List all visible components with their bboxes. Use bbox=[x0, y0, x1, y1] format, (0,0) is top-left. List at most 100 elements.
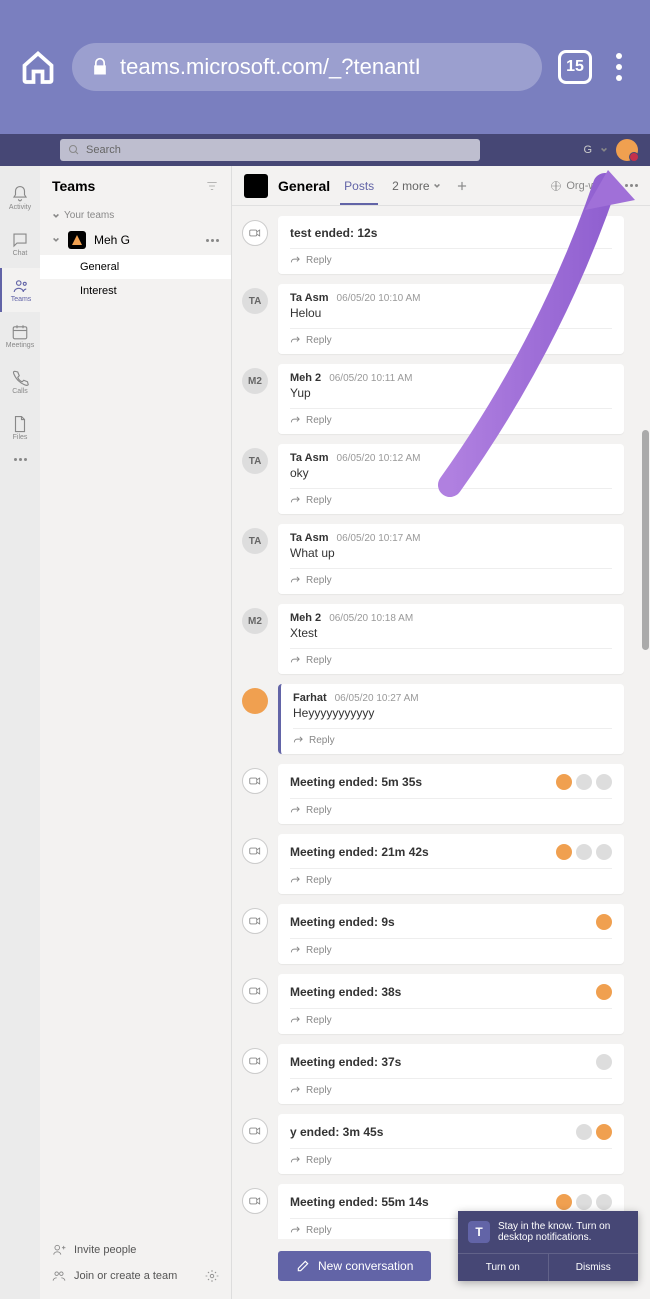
message-body: Xtest bbox=[290, 626, 612, 640]
channel-interest[interactable]: Interest bbox=[40, 279, 231, 303]
reply-button[interactable]: Reply bbox=[290, 568, 612, 586]
reply-button[interactable]: Reply bbox=[290, 648, 612, 666]
message-card[interactable]: test ended: 12sReply bbox=[278, 216, 624, 274]
message-row: TATa Asm06/05/20 10:12 AMokyReply bbox=[242, 444, 624, 514]
participant-avatar bbox=[576, 774, 592, 790]
url-text: teams.microsoft.com/_?tenantI bbox=[120, 54, 421, 80]
message-body: Meeting ended: 21m 42s bbox=[290, 844, 612, 860]
message-card[interactable]: Ta Asm06/05/20 10:10 AMHelouReply bbox=[278, 284, 624, 354]
message-author: Farhat bbox=[293, 692, 327, 704]
rail-teams[interactable]: Teams bbox=[0, 268, 40, 312]
message-card[interactable]: Meeting ended: 38sReply bbox=[278, 974, 624, 1034]
home-icon[interactable] bbox=[20, 49, 56, 85]
sidebar-title: Teams bbox=[52, 178, 95, 194]
reply-button[interactable]: Reply bbox=[290, 328, 612, 346]
participant-avatar bbox=[596, 1194, 612, 1210]
tab-count-button[interactable]: 15 bbox=[558, 50, 592, 84]
message-card[interactable]: Ta Asm06/05/20 10:12 AMokyReply bbox=[278, 444, 624, 514]
invite-people-button[interactable]: Invite people bbox=[52, 1237, 219, 1263]
reply-button[interactable]: Reply bbox=[290, 1008, 612, 1026]
participants bbox=[556, 844, 612, 860]
url-bar[interactable]: teams.microsoft.com/_?tenantI bbox=[72, 43, 542, 91]
scrollbar-thumb[interactable] bbox=[642, 430, 649, 650]
message-card[interactable]: Meeting ended: 5m 35sReply bbox=[278, 764, 624, 824]
teams-sidebar: Teams Your teams Meh G General Interest … bbox=[40, 166, 232, 1299]
participant-avatar bbox=[556, 844, 572, 860]
tab-posts[interactable]: Posts bbox=[340, 179, 378, 205]
message-row: y ended: 3m 45sReply bbox=[242, 1114, 624, 1174]
chevron-down-icon bbox=[433, 182, 441, 190]
message-card[interactable]: y ended: 3m 45sReply bbox=[278, 1114, 624, 1174]
rail-more-icon[interactable] bbox=[11, 458, 29, 461]
channel-general[interactable]: General bbox=[40, 255, 231, 279]
message-card[interactable]: Meeting ended: 37sReply bbox=[278, 1044, 624, 1104]
toast-dismiss-button[interactable]: Dismiss bbox=[549, 1254, 639, 1281]
reply-button[interactable]: Reply bbox=[290, 488, 612, 506]
team-more-icon[interactable] bbox=[206, 239, 219, 242]
file-icon bbox=[11, 415, 29, 433]
new-conversation-button[interactable]: New conversation bbox=[278, 1251, 431, 1281]
rail-meetings[interactable]: Meetings bbox=[0, 314, 40, 358]
profile-avatar[interactable] bbox=[616, 139, 638, 161]
message-card[interactable]: Meh 206/05/20 10:18 AMXtestReply bbox=[278, 604, 624, 674]
toast-turn-on-button[interactable]: Turn on bbox=[458, 1254, 549, 1281]
top-right-controls: G bbox=[583, 139, 638, 161]
message-card[interactable]: Farhat06/05/20 10:27 AMHeyyyyyyyyyyyRepl… bbox=[278, 684, 624, 754]
user-initial[interactable]: G bbox=[583, 144, 592, 156]
message-time: 06/05/20 10:17 AM bbox=[337, 533, 421, 544]
rail-chat[interactable]: Chat bbox=[0, 222, 40, 266]
team-avatar bbox=[68, 231, 86, 249]
message-author: Ta Asm bbox=[290, 452, 329, 464]
message-card[interactable]: Ta Asm06/05/20 10:17 AMWhat upReply bbox=[278, 524, 624, 594]
rail-calls[interactable]: Calls bbox=[0, 360, 40, 404]
rail-files[interactable]: Files bbox=[0, 406, 40, 450]
message-row: test ended: 12sReply bbox=[242, 216, 624, 274]
app-rail: Activity Chat Teams Meetings Calls Files bbox=[0, 166, 40, 1299]
chevron-down-icon[interactable] bbox=[600, 146, 608, 154]
message-card[interactable]: Meeting ended: 21m 42s Reply bbox=[278, 834, 624, 894]
phone-icon bbox=[11, 369, 29, 387]
message-author: Ta Asm bbox=[290, 292, 329, 304]
sidebar-section-label[interactable]: Your teams bbox=[40, 206, 231, 225]
message-body: Yup bbox=[290, 386, 612, 400]
filter-icon[interactable] bbox=[205, 179, 219, 193]
reply-button[interactable]: Reply bbox=[290, 798, 612, 816]
message-body: Helou bbox=[290, 306, 612, 320]
meeting-icon bbox=[242, 768, 268, 794]
header-more-icon[interactable] bbox=[625, 184, 638, 187]
team-item[interactable]: Meh G bbox=[40, 225, 231, 255]
message-row: M2Meh 206/05/20 10:11 AMYupReply bbox=[242, 364, 624, 434]
reply-button[interactable]: Reply bbox=[290, 408, 612, 426]
search-input[interactable]: Search bbox=[60, 139, 480, 161]
meeting-icon bbox=[242, 1048, 268, 1074]
org-wide-badge[interactable]: Org-wide bbox=[550, 180, 611, 192]
reply-button[interactable]: Reply bbox=[290, 868, 612, 886]
gear-icon[interactable] bbox=[205, 1269, 219, 1283]
reply-button[interactable]: Reply bbox=[293, 728, 612, 746]
participant-avatar bbox=[596, 1124, 612, 1140]
participants bbox=[556, 1194, 612, 1210]
message-row: M2Meh 206/05/20 10:18 AMXtestReply bbox=[242, 604, 624, 674]
reply-button[interactable]: Reply bbox=[290, 938, 612, 956]
meeting-icon bbox=[242, 908, 268, 934]
reply-button[interactable]: Reply bbox=[290, 1148, 612, 1166]
message-card[interactable]: Meeting ended: 9sReply bbox=[278, 904, 624, 964]
message-card[interactable]: Meh 206/05/20 10:11 AMYupReply bbox=[278, 364, 624, 434]
message-author: Meh 2 bbox=[290, 372, 321, 384]
browser-menu-icon[interactable] bbox=[608, 45, 630, 89]
reply-button[interactable]: Reply bbox=[290, 248, 612, 266]
channel-name: General bbox=[278, 178, 330, 194]
meeting-icon bbox=[242, 838, 268, 864]
join-create-team-button[interactable]: Join or create a team bbox=[52, 1263, 219, 1289]
chat-icon bbox=[11, 231, 29, 249]
reply-button[interactable]: Reply bbox=[290, 1078, 612, 1096]
rail-activity[interactable]: Activity bbox=[0, 176, 40, 220]
participant-avatar bbox=[596, 914, 612, 930]
message-list[interactable]: test ended: 12sReply TATa Asm06/05/20 10:… bbox=[232, 206, 650, 1239]
content-pane: General Posts 2 more Org-wide test ended… bbox=[232, 166, 650, 1299]
compose-icon bbox=[296, 1259, 310, 1273]
tab-more[interactable]: 2 more bbox=[388, 179, 445, 193]
add-tab-icon[interactable] bbox=[455, 179, 469, 193]
participant-avatar bbox=[596, 1054, 612, 1070]
meeting-icon bbox=[242, 1118, 268, 1144]
